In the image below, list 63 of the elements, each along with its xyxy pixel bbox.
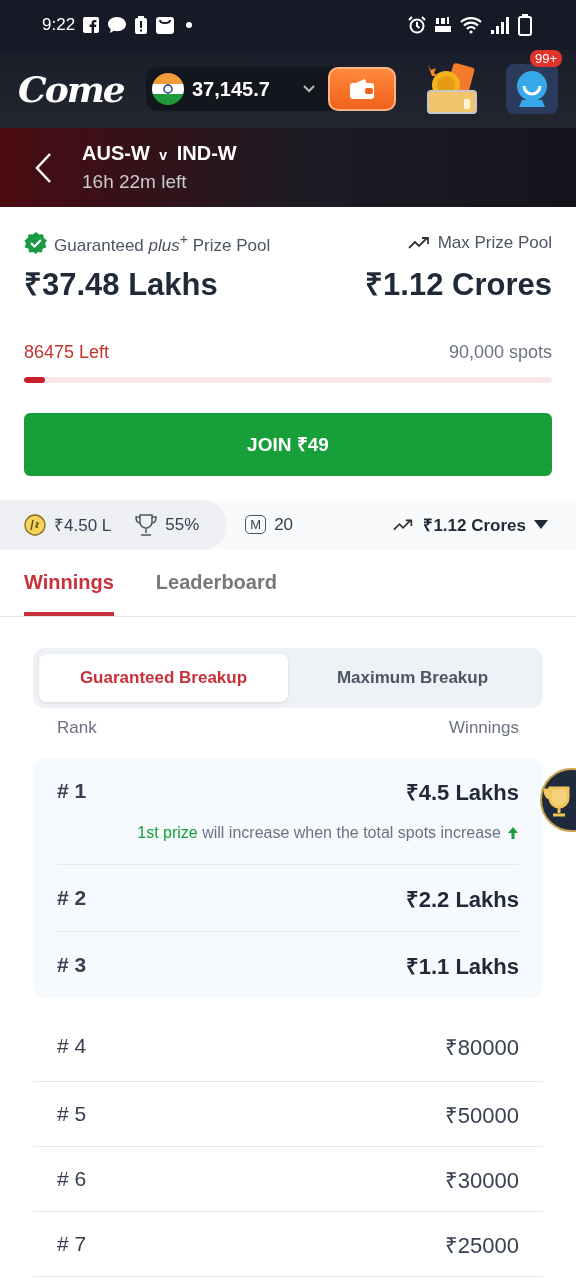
balance-selector[interactable]: 37,145.7 (146, 67, 396, 111)
clock-time: 9:22 (42, 15, 76, 35)
chat-icon (107, 16, 128, 34)
first-prize: ₹4.50 L (54, 515, 112, 537)
prize-amount: ₹80000 (444, 1034, 519, 1062)
prize-amount: ₹25000 (444, 1231, 519, 1259)
volte-icon (434, 16, 452, 34)
arrow-up-icon (507, 825, 519, 840)
rank-label: # 7 (57, 1231, 87, 1256)
total-spots: 90,000 spots (448, 341, 552, 363)
coin-icon (24, 513, 46, 536)
max-entries-badge: M (245, 515, 267, 535)
notification-badge: 99+ (529, 50, 562, 67)
guaranteed-pool-amount: ₹37.48 Lakhs (24, 265, 218, 304)
trophy-button[interactable] (540, 768, 576, 832)
tab[interactable]: Winnings (24, 549, 114, 616)
breakup-tab[interactable]: Guaranteed Breakup (39, 653, 288, 702)
balance-amount: 37,145.7 (192, 77, 270, 101)
rank-label: # 1 (57, 778, 87, 803)
column-header: Winnings (449, 717, 519, 738)
time-left: 16h 22m left (82, 171, 188, 193)
trophy-icon (135, 512, 158, 537)
flag-icon (152, 73, 184, 105)
prize-amount: ₹50000 (444, 1101, 519, 1129)
prize-amount: ₹4.5 Lakhs (405, 778, 519, 806)
back-icon[interactable] (34, 151, 54, 184)
verified-badge-icon (24, 231, 48, 256)
battery-alert-icon (135, 16, 148, 34)
prize-amount: ₹2.2 Lakhs (405, 885, 519, 913)
win-percent: 55% (165, 514, 200, 535)
wallet-button[interactable] (327, 67, 396, 111)
column-header: Rank (57, 717, 97, 738)
dropdown-caret-icon[interactable] (534, 520, 548, 530)
rank-label: # 5 (57, 1101, 87, 1126)
battery-icon (518, 14, 532, 36)
webcam-icon (514, 70, 550, 108)
max-entries: 20 (274, 514, 294, 535)
prize-amount: ₹30000 (444, 1166, 519, 1194)
spots-left: 86475 Left (24, 341, 110, 363)
max-prize-selector[interactable]: ₹1.12 Crores (423, 513, 526, 537)
prize-increase-note: 1st prize will increase when the total spots increase (137, 823, 501, 842)
rank-label: # 4 (57, 1034, 87, 1059)
signal-icon (490, 16, 510, 34)
match-title: AUS-W v IND-W (82, 142, 237, 165)
max-pool-label: Max Prize Pool (437, 233, 552, 254)
alarm-icon (408, 16, 426, 34)
guaranteed-pool-label: Guaranteed plus$^{+}$ Prize Pool (54, 231, 271, 256)
tab[interactable]: Leaderboard (155, 549, 277, 616)
trending-up-icon (407, 236, 432, 251)
app-logo[interactable]: Come (18, 68, 128, 110)
wallet-icon (348, 78, 375, 100)
rank-label: # 2 (57, 885, 87, 910)
support-button[interactable] (506, 64, 558, 114)
rank-label: # 6 (57, 1166, 87, 1191)
rank-label: # 3 (57, 952, 87, 977)
max-pool-amount: ₹1.12 Crores (365, 265, 552, 304)
join-button[interactable]: JOIN ₹49 (24, 412, 552, 476)
wifi-icon (460, 16, 482, 34)
facebook-icon (83, 17, 100, 33)
prize-amount: ₹1.1 Lakhs (405, 952, 519, 980)
chevron-down-icon (301, 84, 316, 94)
shopping-bag-icon (155, 15, 176, 35)
breakup-tab[interactable]: Maximum Breakup (288, 653, 537, 702)
